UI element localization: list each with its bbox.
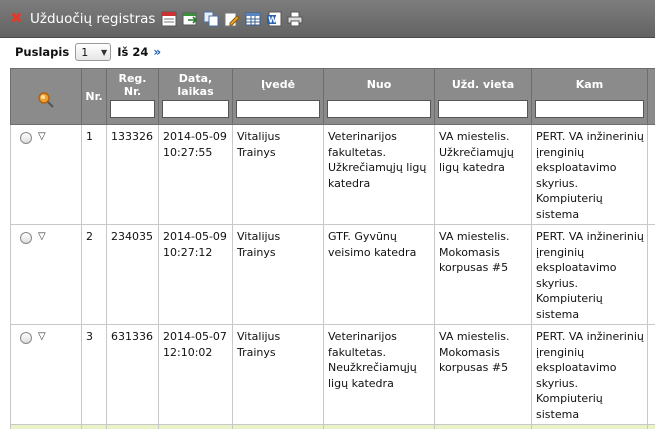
cell-entered: Vitalijus Trainys [233, 325, 324, 425]
header-from[interactable]: Nuo [324, 69, 435, 125]
word-icon[interactable]: W [266, 11, 282, 27]
cell-from: GTF. Gyvūnų veisimo katedra [324, 225, 435, 325]
filter-from-input[interactable] [327, 100, 431, 118]
cell-date: 2014-05-09 10:27:12 [159, 225, 233, 325]
filter-date-input[interactable] [162, 100, 229, 118]
cell-place: VA miestelis. Mokomasis korpusas #5 [435, 325, 532, 425]
cell-overflow [648, 325, 655, 425]
cell-nr: 1 [82, 125, 107, 225]
cell-nr: 3 [82, 325, 107, 425]
cell-reg-nr: 631336 [107, 325, 159, 425]
cell-overflow [648, 225, 655, 325]
row-select-radio[interactable] [20, 132, 32, 144]
row-select-radio[interactable] [20, 332, 32, 344]
header-to[interactable]: Kam [532, 69, 648, 125]
table-row[interactable]: ▽ 3 631336 2014-05-07 12:10:02 Vitalijus… [11, 325, 655, 425]
cell-overflow [648, 125, 655, 225]
header-overflow [648, 69, 655, 125]
expand-triangle-icon[interactable]: ▽ [38, 129, 46, 145]
header-place[interactable]: Užd. vieta [435, 69, 532, 125]
edit-icon[interactable] [224, 11, 240, 27]
svg-text:W: W [269, 15, 278, 24]
cell-to: PERT. VA inžinerinių įrenginių eksploata… [532, 125, 648, 225]
page-label: Puslapis [15, 45, 69, 59]
filter-reg-nr-input[interactable] [110, 100, 155, 118]
page-select-value: 1 [81, 46, 88, 59]
table-header-row: Nr. Reg. Nr. Data, laikas Įvedė Nuo Užd.… [11, 69, 655, 125]
table-icon[interactable] [245, 11, 261, 27]
filter-place-input[interactable] [438, 100, 528, 118]
filter-entered-input[interactable] [236, 100, 320, 118]
export-icon[interactable] [182, 11, 198, 27]
new-record-icon[interactable] [161, 11, 177, 27]
cell-date: 2014-05-07 12:10:02 [159, 325, 233, 425]
row-actions: ▽ [11, 225, 82, 325]
task-table: Nr. Reg. Nr. Data, laikas Įvedė Nuo Užd.… [10, 68, 655, 429]
cell-to: PERT. VA inžinerinių įrenginių eksploata… [532, 225, 648, 325]
row-actions: ▽ [11, 325, 82, 425]
expand-triangle-icon[interactable]: ▽ [38, 329, 46, 345]
table-row-partial [11, 425, 655, 429]
window-titlebar: ✖ Užduočių registras W [0, 0, 655, 38]
search-icon[interactable] [37, 91, 55, 109]
cell-reg-nr: 234035 [107, 225, 159, 325]
copy-icon[interactable] [203, 11, 219, 27]
pager: Puslapis 1 ▼ Iš 24 » [15, 42, 161, 62]
cell-entered: Vitalijus Trainys [233, 125, 324, 225]
cell-date: 2014-05-09 10:27:55 [159, 125, 233, 225]
chevron-down-icon: ▼ [101, 48, 107, 57]
page-select[interactable]: 1 ▼ [75, 43, 111, 61]
cell-entered: Vitalijus Trainys [233, 225, 324, 325]
cell-reg-nr: 133326 [107, 125, 159, 225]
next-page-link[interactable]: » [153, 45, 161, 59]
header-date[interactable]: Data, laikas [159, 69, 233, 125]
close-icon[interactable]: ✖ [10, 11, 26, 26]
filter-to-input[interactable] [535, 100, 644, 118]
cell-nr: 2 [82, 225, 107, 325]
cell-place: VA miestelis. Užkrečiamųjų ligų katedra [435, 125, 532, 225]
row-select-radio[interactable] [20, 232, 32, 244]
cell-to: PERT. VA inžinerinių įrenginių eksploata… [532, 325, 648, 425]
header-entered[interactable]: Įvedė [233, 69, 324, 125]
header-nr[interactable]: Nr. [82, 69, 107, 125]
page-total: Iš 24 [117, 45, 148, 59]
window-title: Užduočių registras [30, 11, 155, 27]
cell-from: Veterinarijos fakultetas. Užkrečiamųjų l… [324, 125, 435, 225]
header-reg-nr[interactable]: Reg. Nr. [107, 69, 159, 125]
cell-place: VA miestelis. Mokomasis korpusas #5 [435, 225, 532, 325]
header-actions [11, 69, 82, 125]
table-row[interactable]: ▽ 1 133326 2014-05-09 10:27:55 Vitalijus… [11, 125, 655, 225]
cell-from: Veterinarijos fakultetas. Neužkrečiamųjų… [324, 325, 435, 425]
expand-triangle-icon[interactable]: ▽ [38, 229, 46, 245]
table-row[interactable]: ▽ 2 234035 2014-05-09 10:27:12 Vitalijus… [11, 225, 655, 325]
print-icon[interactable] [287, 11, 303, 27]
row-actions: ▽ [11, 125, 82, 225]
